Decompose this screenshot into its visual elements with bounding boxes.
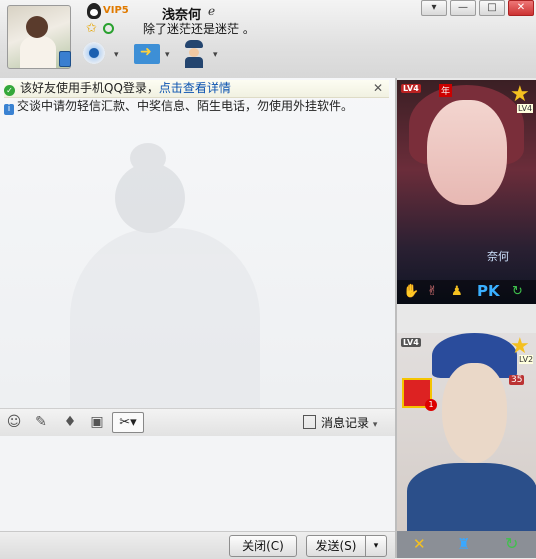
emoji-icon[interactable]: ☺	[6, 414, 22, 430]
details-link[interactable]: 点击查看详情	[159, 81, 231, 95]
chat-header: VIP5 浅奈何 ℯ ✩ 除了迷茫还是迷茫 。 ▾ ▾ ▾ ▾ — □ ✕	[0, 0, 536, 79]
year-badge: 年	[439, 84, 453, 97]
chevron-down-icon[interactable]: ▾	[165, 50, 170, 60]
phone-online-icon	[59, 51, 71, 67]
show-name-text: 奈何	[487, 250, 509, 263]
check-icon: ✓	[4, 85, 15, 96]
contact-show-avatar[interactable]: LV4 年 ★ LV4 奈何 ✋ ✌ ♟ PK ↻	[397, 80, 536, 304]
bottom-bar: 关闭(C) 发送(S) ▾	[0, 531, 395, 559]
my-show-avatar[interactable]: LV4 ★ LV2 1 35	[397, 333, 536, 531]
scissors-icon[interactable]: ✂▾	[112, 412, 144, 433]
nickname-mark: ℯ	[208, 4, 216, 18]
hand-icon[interactable]: ✌	[427, 284, 438, 299]
gift-count-badge: 1	[425, 399, 437, 411]
shirt-icon[interactable]: ♜	[457, 535, 470, 553]
star-icon[interactable]: ✩	[86, 21, 97, 36]
show-action-bar: ✋ ✌ ♟ PK ↻	[397, 280, 536, 304]
refresh-icon[interactable]: ↻	[512, 284, 523, 299]
chevron-down-icon[interactable]: ▾	[213, 50, 218, 60]
history-label: 消息记录	[321, 416, 370, 430]
show-bottom-bar: ✕ ♜ ↻	[397, 531, 536, 558]
webcam-icon[interactable]	[83, 42, 105, 64]
history-icon	[303, 415, 316, 429]
level-badge-right: LV2	[519, 355, 534, 364]
qq-penguin-icon	[87, 3, 101, 19]
login-notice-bar: ✓ 该好友使用手机QQ登录，点击查看详情 ✕	[4, 80, 389, 98]
level-badge-right: LV4	[517, 104, 534, 113]
volume-badge: 35	[509, 375, 525, 385]
safety-notice-text: 交谈中请勿轻信汇款、中奖信息、陌生电话，勿使用外挂软件。	[17, 99, 354, 113]
image-icon[interactable]: ▣	[89, 414, 105, 430]
contact-signature: 除了迷茫还是迷茫 。	[143, 22, 255, 36]
person-icon[interactable]: ♟	[451, 284, 463, 299]
x-icon[interactable]: ✕	[413, 535, 426, 553]
chat-background-image	[60, 133, 260, 408]
level-badge: LV4	[401, 84, 421, 93]
level-badge: LV4	[401, 338, 421, 347]
chevron-down-icon: ▾	[372, 420, 378, 430]
thumbs-up-icon[interactable]: ✋	[403, 284, 419, 299]
edit-icon[interactable]: ✎	[33, 414, 49, 430]
maximize-button[interactable]: □	[479, 0, 505, 16]
file-transfer-icon[interactable]	[134, 44, 160, 64]
chevron-down-icon[interactable]: ▾	[114, 50, 119, 60]
close-window-button[interactable]: ✕	[508, 0, 534, 16]
close-icon[interactable]: ✕	[373, 80, 383, 97]
refresh-icon[interactable]: ↻	[505, 534, 518, 553]
login-notice-text: 该好友使用手机QQ登录，	[20, 81, 159, 95]
send-options-button[interactable]: ▾	[365, 535, 387, 557]
message-input[interactable]	[0, 436, 395, 531]
close-button[interactable]: 关闭(C)	[229, 535, 297, 557]
mic-icon[interactable]: ♦	[62, 414, 78, 430]
safety-notice: i 交谈中请勿轻信汇款、中奖信息、陌生电话，勿使用外挂软件。	[4, 98, 389, 115]
info-icon: i	[4, 104, 14, 115]
minimize-button[interactable]: —	[450, 0, 476, 16]
agent-icon[interactable]	[183, 40, 205, 68]
chat-message-area[interactable]	[0, 78, 395, 408]
send-button[interactable]: 发送(S)	[306, 535, 366, 557]
input-toolbar: ☺ ✎ ♦ ▣ ✂▾ 消息记录 ▾	[0, 408, 395, 437]
window-menu-button[interactable]: ▾	[421, 0, 447, 16]
green-status-icon[interactable]	[103, 23, 114, 34]
message-history-button[interactable]: 消息记录 ▾	[303, 414, 377, 431]
pk-button[interactable]: PK	[477, 282, 500, 300]
vip-badge[interactable]: VIP5	[103, 5, 129, 16]
